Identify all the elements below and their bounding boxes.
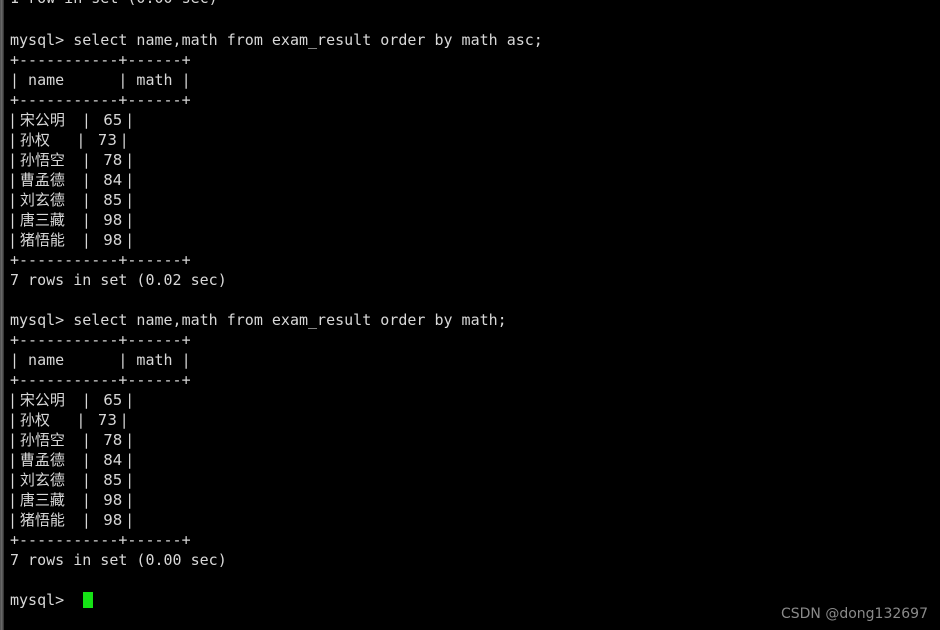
table1-separator-top: +-----------+------+	[10, 51, 191, 69]
table1-header-row: | name | math |	[10, 71, 191, 89]
clipped-status-line: 1 row in set (0.00 sec)	[10, 0, 218, 8]
result-status-1: 7 rows in set (0.02 sec)	[10, 271, 227, 289]
table-row: | 孙权 | 73 |	[10, 131, 127, 149]
table2-separator-mid: +-----------+------+	[10, 371, 191, 389]
terminal-screen[interactable]: 1 row in set (0.00 sec) mysql> select na…	[0, 0, 940, 630]
table2-header-row: | name | math |	[10, 351, 191, 369]
command-line-2[interactable]: mysql> select name,math from exam_result…	[10, 310, 543, 330]
terminal-output: mysql> select name,math from exam_result…	[10, 30, 543, 610]
table1-separator-bottom: +-----------+------+	[10, 251, 191, 269]
active-prompt-line[interactable]: mysql>	[10, 590, 543, 610]
terminal-window[interactable]: 1 row in set (0.00 sec) mysql> select na…	[0, 0, 940, 630]
window-left-edge	[0, 0, 4, 630]
table2-separator-top: +-----------+------+	[10, 331, 191, 349]
table-row: | 曹孟德 | 84 |	[10, 171, 133, 189]
table-row: | 宋公明 | 65 |	[10, 391, 133, 409]
table-row: | 刘玄德 | 85 |	[10, 471, 133, 489]
table-row: | 唐三藏 | 98 |	[10, 211, 133, 229]
table-row: | 宋公明 | 65 |	[10, 111, 133, 129]
table-row: | 曹孟德 | 84 |	[10, 451, 133, 469]
text-cursor	[83, 592, 94, 608]
table-row: | 孙权 | 73 |	[10, 411, 127, 429]
table2-separator-bottom: +-----------+------+	[10, 531, 191, 549]
csdn-watermark: CSDN @dong132697	[780, 606, 928, 622]
table-row: | 猪悟能 | 98 |	[10, 511, 133, 529]
table-row: | 孙悟空 | 78 |	[10, 431, 133, 449]
table-row: | 唐三藏 | 98 |	[10, 491, 133, 509]
result-status-2: 7 rows in set (0.00 sec)	[10, 551, 227, 569]
command-line-1[interactable]: mysql> select name,math from exam_result…	[10, 30, 543, 50]
prompt-label: mysql>	[10, 591, 74, 609]
table-row: | 刘玄德 | 85 |	[10, 191, 133, 209]
table-row: | 孙悟空 | 78 |	[10, 151, 133, 169]
table1-separator-mid: +-----------+------+	[10, 91, 191, 109]
table-row: | 猪悟能 | 98 |	[10, 231, 133, 249]
